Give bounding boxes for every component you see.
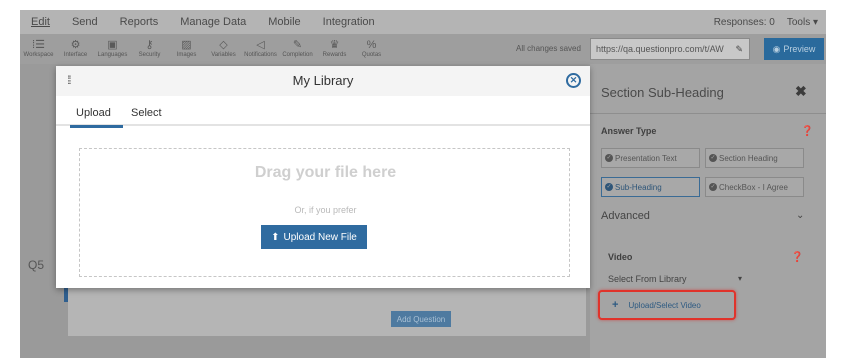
tool-workspace[interactable]: ⁞☰ Workspace — [20, 39, 57, 59]
chevron-down-icon[interactable]: ⌄ — [796, 210, 804, 221]
image-icon: ▨ — [181, 39, 192, 51]
toolbar: ⁞☰ Workspace ⚙ Interface ▣ Languages ⚷ Secur… — [20, 34, 826, 64]
tool-interface[interactable]: ⚙ Interface — [57, 39, 94, 59]
close-icon[interactable]: ✕ — [566, 73, 581, 88]
tool-label: Interface — [63, 52, 88, 58]
menu-reports[interactable]: Reports — [120, 16, 159, 28]
video-source-select[interactable]: Select From Library — [608, 274, 687, 284]
survey-url-text: https://qa.questionpro.com/t/AW — [596, 44, 724, 54]
tab-upload[interactable]: Upload — [76, 107, 111, 119]
check-circle-icon: ✓ — [709, 183, 717, 191]
key-icon: ⚷ — [145, 39, 154, 51]
upload-icon: ⬆ — [271, 231, 280, 243]
plus-icon: + — [612, 299, 619, 311]
menu-manage-data[interactable]: Manage Data — [180, 16, 246, 28]
upload-video-label: Upload/Select Video — [628, 300, 701, 310]
tool-variables[interactable]: ◇ Variables — [205, 39, 242, 59]
answer-type-presentation-text[interactable]: ✓ Presentation Text — [601, 148, 700, 168]
question-card[interactable] — [68, 288, 586, 336]
menu-right: Responses: 0 Tools ▾ — [714, 17, 826, 28]
tools-menu[interactable]: Tools ▾ — [787, 17, 818, 28]
upload-new-file-button[interactable]: ⬆ Upload New File — [261, 225, 367, 249]
responses-count[interactable]: Responses: 0 — [714, 17, 775, 28]
eye-icon: ◉ — [772, 43, 781, 54]
tool-label: Completion — [282, 52, 313, 58]
option-label: Sub-Heading — [615, 182, 662, 192]
tool-label: Security — [138, 52, 161, 58]
modal-header: ⁞⁞ My Library ✕ — [56, 66, 590, 96]
tool-label: Quotas — [361, 52, 382, 58]
caret-down-icon[interactable]: ▾ — [738, 274, 742, 283]
tool-security[interactable]: ⚷ Security — [131, 39, 168, 59]
advanced-section-toggle[interactable]: Advanced — [601, 210, 650, 222]
help-icon[interactable]: ❓ — [801, 126, 813, 137]
modal-tabs: Upload Select — [56, 96, 590, 126]
pen-icon: ✎ — [292, 39, 303, 51]
menu-send[interactable]: Send — [72, 16, 98, 28]
tool-rewards[interactable]: ♛ Rewards — [316, 39, 353, 59]
add-question-button[interactable]: Add Question — [391, 311, 451, 327]
tab-select[interactable]: Select — [131, 107, 162, 119]
dropzone-subtitle: Or, if you prefer — [294, 205, 357, 215]
preview-button[interactable]: ◉ Preview — [764, 38, 824, 60]
option-label: Presentation Text — [615, 153, 677, 163]
close-icon[interactable]: ✖ — [795, 83, 807, 100]
save-status: All changes saved — [516, 44, 581, 53]
tool-label: Notifications — [244, 52, 277, 58]
languages-icon: ▣ — [107, 39, 118, 51]
check-circle-icon: ✓ — [605, 154, 613, 162]
megaphone-icon: ◁ — [256, 39, 265, 51]
panel-title: Section Sub-Heading — [601, 85, 724, 100]
workspace-icon: ⁞☰ — [32, 39, 45, 51]
tool-label: Workspace — [23, 52, 54, 58]
my-library-modal: ⁞⁞ My Library ✕ Upload Select Drag your … — [56, 66, 590, 288]
tool-label: Languages — [97, 52, 128, 58]
answer-type-section-heading[interactable]: ✓ Section Heading — [705, 148, 804, 168]
question-number: Q5 — [28, 258, 45, 272]
percent-icon: % — [366, 39, 377, 51]
question-accent-strip — [64, 288, 68, 302]
active-tab-indicator — [70, 125, 123, 128]
tool-languages[interactable]: ▣ Languages — [94, 39, 131, 59]
menu-mobile[interactable]: Mobile — [268, 16, 300, 28]
upload-button-label: Upload New File — [283, 231, 357, 243]
video-label: Video — [608, 252, 633, 262]
file-dropzone[interactable]: Drag your file here Or, if you prefer ⬆ … — [79, 148, 570, 277]
panel-divider — [590, 113, 826, 114]
answer-type-checkbox-agree[interactable]: ✓ CheckBox - I Agree — [705, 177, 804, 197]
answer-type-label: Answer Type — [601, 126, 657, 136]
top-menu-bar: Edit Send Reports Manage Data Mobile Int… — [20, 10, 826, 34]
survey-url-field[interactable]: https://qa.questionpro.com/t/AW ✎ — [590, 38, 750, 60]
dropzone-title: Drag your file here — [254, 164, 397, 181]
check-circle-icon: ✓ — [709, 154, 717, 162]
tool-quotas[interactable]: % Quotas — [353, 39, 390, 59]
option-label: Section Heading — [719, 153, 778, 163]
check-circle-icon: ✓ — [605, 183, 613, 191]
tool-label: Rewards — [322, 52, 347, 58]
pencil-icon[interactable]: ✎ — [735, 44, 743, 55]
tool-label: Images — [176, 52, 197, 58]
upload-select-video-button[interactable]: + Upload/Select Video — [598, 290, 736, 320]
modal-title: My Library — [292, 73, 354, 88]
tool-label: Variables — [211, 52, 236, 58]
tool-images[interactable]: ▨ Images — [168, 39, 205, 59]
tool-notifications[interactable]: ◁ Notifications — [242, 39, 279, 59]
trophy-icon: ♛ — [329, 39, 340, 51]
preview-label: Preview — [783, 44, 816, 54]
tool-completion[interactable]: ✎ Completion — [279, 39, 316, 59]
option-label: CheckBox - I Agree — [719, 182, 788, 192]
menu-integration[interactable]: Integration — [323, 16, 375, 28]
help-icon[interactable]: ❓ — [791, 252, 803, 263]
gear-icon: ⚙ — [70, 39, 81, 51]
tag-icon: ◇ — [219, 39, 228, 51]
menu-edit[interactable]: Edit — [31, 16, 50, 28]
answer-type-sub-heading[interactable]: ✓ Sub-Heading — [601, 177, 700, 197]
